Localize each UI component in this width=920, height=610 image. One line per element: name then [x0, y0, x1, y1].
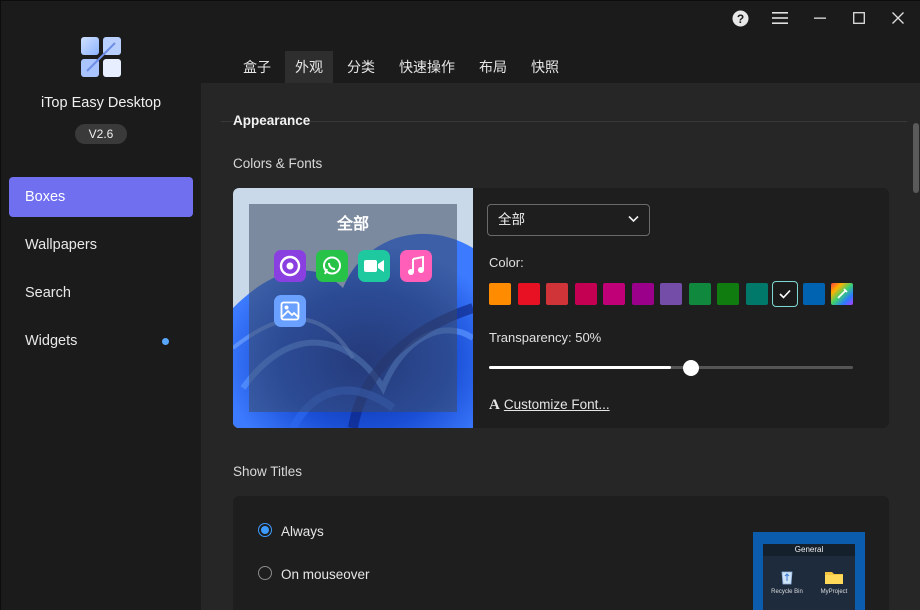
color-swatch[interactable]	[631, 283, 654, 305]
mini-item-label: Recycle Bin	[771, 589, 803, 595]
close-button[interactable]	[885, 5, 911, 31]
customize-font-row: A Customize Font...	[489, 397, 610, 414]
color-swatch[interactable]	[717, 283, 739, 305]
folder-icon	[825, 572, 843, 584]
radio-label: On mouseover	[281, 567, 370, 582]
sidebar-item-label: Boxes	[25, 189, 66, 205]
tab-categories[interactable]: 分类	[337, 51, 385, 83]
color-swatch[interactable]	[546, 283, 568, 305]
transparency-slider[interactable]	[489, 360, 853, 376]
slider-fill	[489, 366, 671, 369]
color-swatch[interactable]	[660, 283, 682, 305]
help-button[interactable]: ?	[727, 5, 753, 31]
colors-fonts-label: Colors & Fonts	[233, 156, 323, 171]
notification-dot	[162, 338, 169, 345]
menu-icon	[772, 12, 788, 24]
transparency-label: Transparency: 50%	[489, 330, 602, 345]
main-content: Appearance Colors & Fonts 全部 全部 Color: T…	[201, 83, 920, 610]
scrollbar[interactable]	[913, 123, 919, 193]
preview-box-title: 全部	[336, 216, 369, 233]
radio-button[interactable]	[258, 566, 272, 581]
chevron-down-icon	[628, 215, 639, 223]
minimize-button[interactable]	[807, 5, 833, 31]
tab-boxes[interactable]: 盒子	[233, 51, 281, 83]
maximize-icon	[853, 12, 865, 24]
menu-button[interactable]	[767, 5, 793, 31]
sidebar-item-label: Wallpapers	[25, 237, 97, 253]
sidebar-item-wallpapers[interactable]: Wallpapers	[9, 225, 193, 265]
minimize-icon	[814, 17, 826, 19]
sidebar-item-label: Search	[25, 285, 71, 301]
tab-appearance[interactable]: 外观	[285, 51, 333, 83]
color-swatch[interactable]	[517, 283, 540, 305]
help-icon: ?	[732, 10, 748, 26]
section-title: Appearance	[233, 113, 311, 128]
colors-fonts-card: 全部 全部 Color: Transparency: 50% A Customi…	[233, 188, 889, 428]
sidebar-item-widgets[interactable]: Widgets	[9, 321, 193, 361]
tab-quick-actions[interactable]: 快速操作	[389, 51, 465, 83]
app-name: iTop Easy Desktop	[40, 95, 162, 111]
facetime-icon	[358, 250, 390, 282]
photos-icon	[274, 295, 306, 327]
tab-bar: 盒子 外观 分类 快速操作 布局 快照	[201, 35, 920, 83]
recycle-bin-icon	[781, 571, 793, 585]
radio-button[interactable]	[258, 523, 272, 538]
color-swatch[interactable]	[489, 283, 511, 305]
color-swatch[interactable]	[745, 283, 768, 305]
customize-font-link[interactable]: Customize Font...	[504, 397, 610, 412]
title-preview: General Recycle Bin MyProject	[753, 532, 865, 610]
dropdown-value: 全部	[498, 212, 525, 227]
font-icon: A	[489, 397, 500, 413]
color-label: Color:	[489, 255, 524, 270]
mini-box: General Recycle Bin MyProject	[763, 544, 855, 610]
color-swatch[interactable]	[802, 283, 825, 305]
sidebar-nav: Boxes Wallpapers Search Widgets	[9, 177, 193, 369]
whatsapp-icon	[316, 250, 348, 282]
sidebar-item-label: Widgets	[25, 333, 78, 349]
radio-label: Always	[281, 524, 324, 539]
eyedropper-icon	[837, 288, 848, 299]
checkmark-icon	[779, 289, 791, 299]
show-titles-label: Show Titles	[233, 464, 303, 479]
mini-box-title: General	[763, 544, 855, 556]
radio-always[interactable]: Always	[258, 523, 324, 542]
color-swatch[interactable]	[688, 283, 711, 305]
section-divider	[221, 121, 907, 122]
app-window: iTop Easy Desktop V2.6 Boxes Wallpapers …	[0, 0, 920, 610]
radio-on-mouseover[interactable]: On mouseover	[258, 566, 370, 585]
svg-text:?: ?	[736, 11, 743, 25]
tab-layout[interactable]: 布局	[469, 51, 517, 83]
box-preview: 全部	[233, 188, 473, 428]
sidebar-item-search[interactable]: Search	[9, 273, 193, 313]
title-bar: ?	[201, 1, 920, 35]
mini-item-label: MyProject	[820, 589, 848, 595]
app-logo-icon	[81, 37, 121, 77]
sidebar-item-boxes[interactable]: Boxes	[9, 177, 193, 217]
slider-thumb[interactable]	[683, 360, 699, 376]
maximize-button[interactable]	[846, 5, 872, 31]
color-swatch[interactable]	[603, 283, 625, 305]
color-swatch[interactable]	[574, 283, 597, 305]
show-titles-card: Always On mouseover General Recycle Bin …	[233, 496, 889, 610]
chrome-icon	[274, 250, 306, 282]
music-icon	[400, 250, 432, 282]
color-swatch[interactable]	[772, 281, 798, 307]
category-dropdown[interactable]: 全部	[487, 204, 650, 236]
close-icon	[892, 12, 904, 24]
sidebar: iTop Easy Desktop V2.6 Boxes Wallpapers …	[1, 1, 201, 610]
tab-snapshot[interactable]: 快照	[521, 51, 569, 83]
version-badge: V2.6	[75, 124, 127, 144]
custom-color-swatch[interactable]	[831, 283, 853, 305]
